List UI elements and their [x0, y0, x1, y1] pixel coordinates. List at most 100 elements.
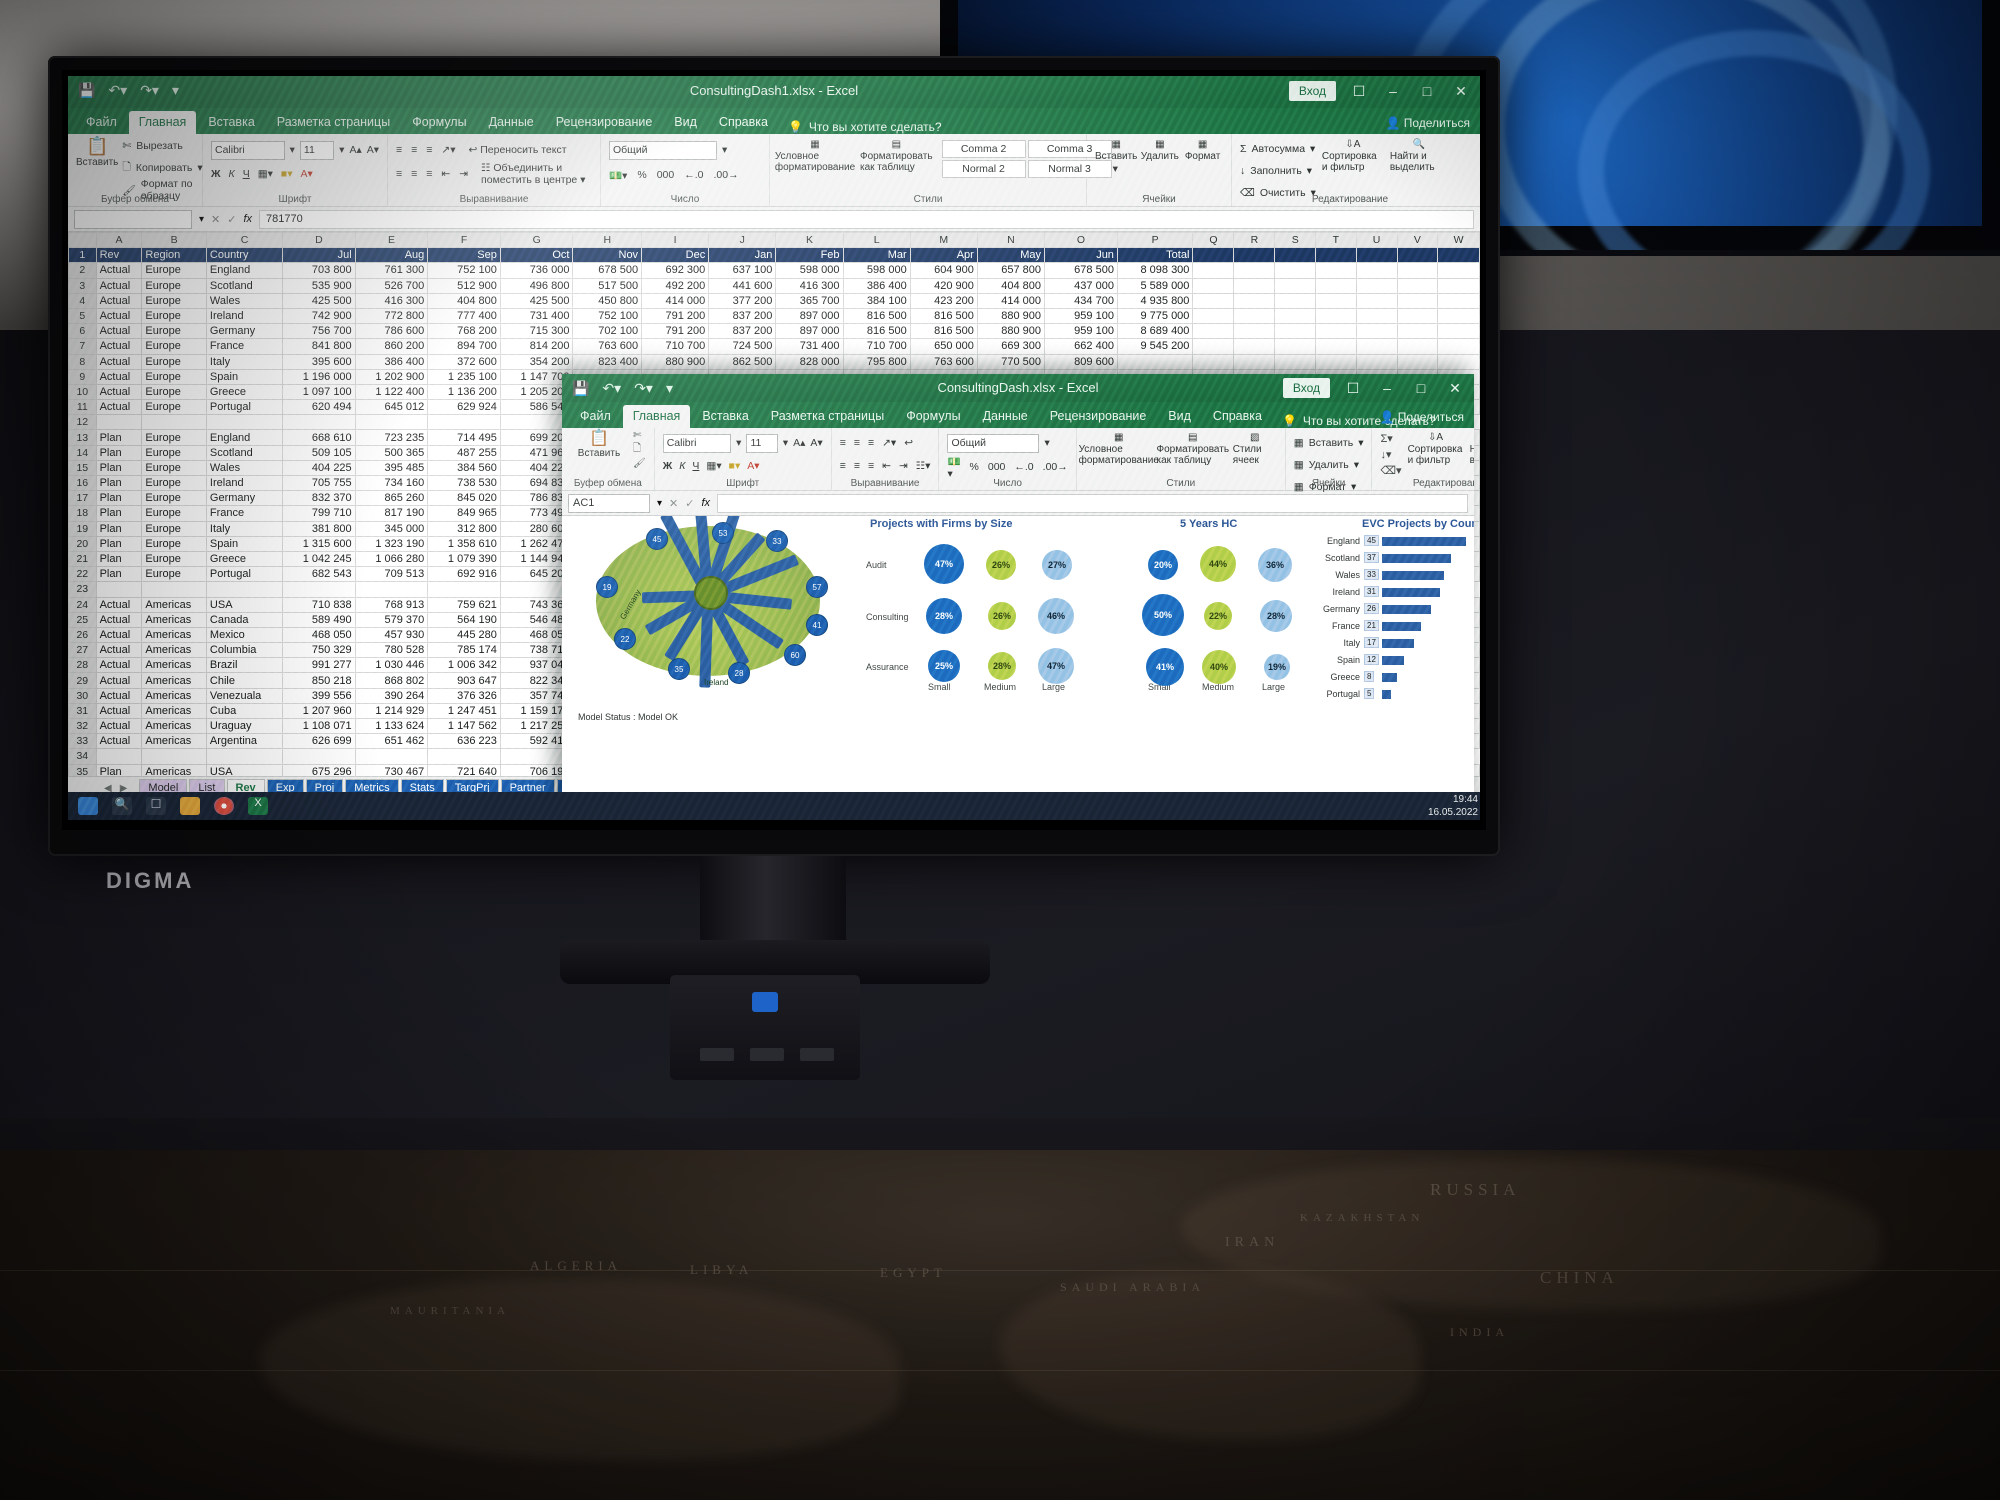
ribbon-tab-home[interactable]: Главная	[128, 111, 197, 134]
cell[interactable]: 500 365	[354, 444, 429, 461]
cell[interactable]	[354, 414, 429, 431]
cell[interactable]: 8 098 300	[1116, 262, 1194, 279]
cell[interactable]	[1274, 307, 1317, 325]
col-M[interactable]: M	[909, 232, 978, 249]
row-header-17[interactable]: 17	[68, 490, 97, 507]
cell[interactable]: 816 500	[909, 323, 978, 340]
sheet-tab-stats[interactable]: Stats	[400, 778, 444, 792]
col-T[interactable]: T	[1315, 232, 1357, 249]
sheet-tab-exp[interactable]: Exp	[266, 778, 304, 792]
front-orientation-icon[interactable]: ↗▾	[882, 437, 896, 449]
cell[interactable]	[1355, 292, 1398, 309]
insert-function-icon[interactable]: fx	[243, 213, 252, 225]
network-node-1[interactable]: 45	[646, 528, 668, 550]
cell[interactable]	[141, 581, 207, 598]
cell[interactable]: 791 200	[641, 323, 710, 340]
front-fill-icon[interactable]: ↓▾	[1380, 448, 1401, 461]
front-ribbon-tab-view[interactable]: Вид	[1158, 405, 1201, 428]
front-minimize-button[interactable]: –	[1376, 380, 1398, 396]
cell[interactable]: 714 495	[427, 429, 501, 446]
ribbon-tab-review[interactable]: Рецензирование	[546, 111, 663, 134]
cell[interactable]: 1 042 245	[282, 550, 356, 568]
cell[interactable]: 9 775 000	[1116, 307, 1194, 325]
cell[interactable]: Columbia	[205, 642, 284, 659]
cell[interactable]: Chile	[205, 672, 284, 689]
cell[interactable]: Europe	[141, 459, 207, 477]
align-left-icon[interactable]: ≡	[396, 168, 402, 180]
cell[interactable]: 517 500	[572, 277, 643, 294]
front-wrap-text-icon[interactable]: ↩	[904, 437, 913, 449]
ribbon-tab-formulas[interactable]: Формулы	[402, 111, 476, 134]
cell-style-comma-2[interactable]: Comma 2	[941, 140, 1026, 158]
front-align-right-icon[interactable]: ≡	[868, 460, 874, 472]
cell[interactable]: 823 400	[572, 353, 643, 370]
cell[interactable]: 404 225	[282, 459, 356, 477]
front-ribbon[interactable]: 📋 Вставить ✄ 🗋 🖌 Буфер обмена Calibri ▾ …	[562, 428, 1474, 493]
cell[interactable]: Americas	[141, 733, 207, 750]
cell[interactable]	[95, 581, 143, 598]
cell[interactable]: 416 300	[775, 277, 844, 294]
cell[interactable]	[1396, 338, 1439, 355]
cell[interactable]: 1 122 400	[354, 383, 429, 401]
row-header-3[interactable]: 3	[68, 277, 97, 294]
cell[interactable]: Europe	[141, 535, 207, 552]
front-name-box[interactable]: AC1	[568, 493, 650, 513]
sheet-tab-model[interactable]: Model	[139, 778, 188, 792]
front-cancel-icon[interactable]: ✕	[669, 497, 678, 510]
cell[interactable]	[282, 581, 356, 598]
bubble-assurance-large-2[interactable]: 19%	[1264, 654, 1290, 680]
cell[interactable]: 692 300	[641, 262, 710, 279]
cell[interactable]	[1315, 277, 1357, 294]
fill-color-icon[interactable]: ■▾	[281, 168, 293, 180]
cell[interactable]	[1437, 338, 1480, 355]
autosum-button[interactable]: Σ Автосумма ▾	[1240, 139, 1316, 159]
cell[interactable]	[1396, 262, 1439, 279]
front-maximize-button[interactable]: □	[1410, 380, 1432, 396]
network-node-3[interactable]: 57	[806, 576, 828, 598]
cell[interactable]: Scotland	[205, 444, 284, 461]
row-header-26[interactable]: 26	[68, 626, 97, 644]
cell[interactable]: 770 500	[976, 353, 1046, 370]
cell[interactable]: 702 100	[572, 323, 643, 340]
col-F[interactable]: F	[427, 232, 501, 249]
decrease-indent-icon[interactable]: ⇤	[441, 168, 450, 180]
cell[interactable]: 991 277	[282, 657, 356, 674]
cell[interactable]: 395 485	[354, 459, 429, 477]
col-I[interactable]: I	[641, 232, 710, 249]
row-header-23[interactable]: 23	[68, 581, 97, 598]
row-header-15[interactable]: 15	[68, 459, 97, 477]
cell[interactable]: USA	[205, 763, 284, 776]
cell[interactable]	[1396, 323, 1439, 340]
cell[interactable]: Plan	[95, 429, 143, 446]
cell[interactable]: Plan	[95, 566, 143, 583]
cell[interactable]: 777 400	[427, 307, 501, 325]
bar-greece[interactable]	[1382, 673, 1397, 682]
increase-decimal-icon[interactable]: ←.0	[684, 169, 703, 181]
row-header-30[interactable]: 30	[68, 687, 97, 704]
cell[interactable]: Germany	[205, 490, 284, 507]
bar-wales[interactable]	[1382, 571, 1444, 580]
cell[interactable]: Plan	[95, 490, 143, 507]
paste-button[interactable]: 📋 Вставить	[76, 136, 118, 168]
cell[interactable]	[1437, 323, 1480, 340]
row-header-29[interactable]: 29	[68, 672, 97, 689]
col-E[interactable]: E	[354, 232, 429, 249]
cell[interactable]	[1192, 292, 1235, 309]
col-D[interactable]: D	[282, 232, 356, 249]
front-conditional-formatting-button[interactable]: ▦ Условное форматирование	[1079, 432, 1159, 467]
network-node-10[interactable]: 53	[712, 522, 734, 544]
row-header-9[interactable]: 9	[68, 368, 97, 385]
cell[interactable]: 365 700	[775, 292, 844, 309]
front-cell-styles-button[interactable]: ▧ Стили ячеек	[1233, 432, 1277, 467]
cell[interactable]: Europe	[141, 277, 207, 294]
cell[interactable]: Actual	[95, 323, 143, 340]
cell[interactable]: 814 200	[499, 338, 574, 355]
bubble-consulting-large-1[interactable]: 46%	[1038, 598, 1074, 634]
front-ribbon-tabs[interactable]: Файл Главная Вставка Разметка страницы Ф…	[562, 402, 1474, 428]
col-Q[interactable]: Q	[1192, 232, 1235, 249]
cell[interactable]: Americas	[141, 702, 207, 720]
cell[interactable]: Wales	[205, 292, 284, 309]
front-format-as-table-button[interactable]: ▤ Форматировать как таблицу	[1156, 432, 1229, 467]
cell[interactable]: 692 916	[427, 566, 501, 583]
sheet-tab-targprj[interactable]: TargPrj	[445, 778, 499, 792]
